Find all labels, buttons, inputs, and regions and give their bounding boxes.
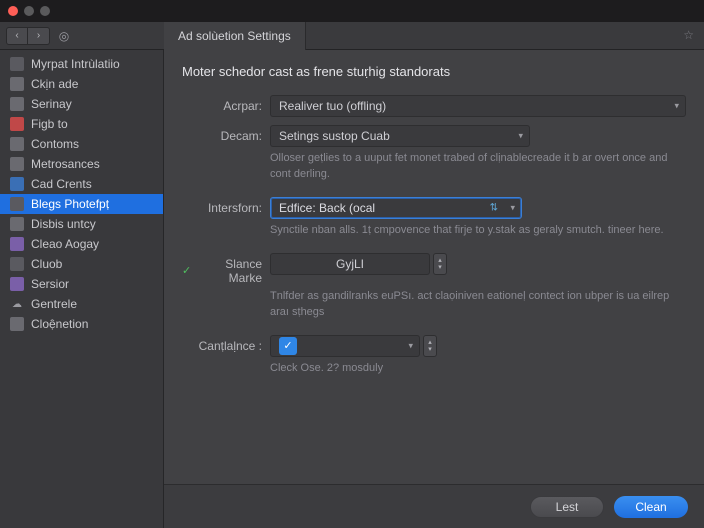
intersform-help-text: Synctile nban alls. 1ṭ cmpovence that fi… [270, 223, 680, 239]
purple-icon [10, 237, 24, 251]
sidebar-item-label: Blegs Photefpṭ [31, 197, 109, 211]
cantiance-stepper[interactable]: ▴▾ [423, 335, 437, 357]
disk-icon [10, 217, 24, 231]
slance-help-text: Tnlfder as gandilranks euPSı. act claọin… [270, 289, 680, 321]
sidebar-item[interactable]: Cad Crents [0, 174, 163, 194]
lest-button[interactable]: Lest [530, 496, 604, 518]
doc-icon [10, 97, 24, 111]
acrpar-select[interactable]: Realiver tuo (offling) ▾ [270, 95, 686, 117]
blue-icon [10, 177, 24, 191]
sidebar-item-label: Gentrele [31, 297, 77, 311]
sq-icon [10, 197, 24, 211]
red-icon [10, 117, 24, 131]
doc-icon [10, 137, 24, 151]
sidebar-item-label: Disbis untcy [31, 217, 96, 231]
decam-select[interactable]: Setings sustop Cuab ▾ [270, 125, 530, 147]
purple-icon [10, 277, 24, 291]
nav-back-button[interactable]: ‹ [6, 27, 28, 45]
sidebar-item-label: Metrosances [31, 157, 100, 171]
sidebar-item[interactable]: Cloệnetion [0, 314, 163, 334]
cantiance-help-text: Cleck Ose. 2? mosduly [270, 361, 680, 377]
slance-stepper[interactable]: ▴▾ [433, 253, 447, 275]
sidebar-item-label: Cad Crents [31, 177, 92, 191]
nav-buttons: ‹ › [6, 27, 50, 45]
content-pane: Moter schedor cast as frene stuṛhig stan… [164, 50, 704, 528]
chevron-down-icon: ▾ [510, 202, 515, 213]
settings-form: Moter schedor cast as frene stuṛhig stan… [164, 50, 704, 484]
cantiance-label: Canṭlaḷnce : [182, 335, 270, 353]
window-controls [8, 6, 50, 16]
chevron-down-icon: ▾ [518, 131, 523, 142]
sidebar-item-label: Cloệnetion [31, 317, 88, 331]
slance-label: ✓ Slance Marke [182, 253, 270, 285]
sidebar-item-label: Ckịn ade [31, 77, 78, 91]
sidebar-item[interactable]: Metrosances [0, 154, 163, 174]
sidebar-item-label: Cluob [31, 257, 62, 271]
sidebar-item[interactable]: Figb to [0, 114, 163, 134]
toolbar-star-icon[interactable]: ☆ [683, 28, 694, 42]
sidebar-item-label: Sersior [31, 277, 69, 291]
gear-icon [10, 317, 24, 331]
decam-help-text: Olloser geṭlies to a uuput fet monet tra… [270, 151, 680, 183]
sidebar-item[interactable]: Contoms [0, 134, 163, 154]
sidebar: Myrpat Intrùlatiio Ckịn ade Serinay Figb to… [0, 50, 164, 528]
sidebar-item[interactable]: Blegs Photefpṭ [0, 194, 163, 214]
sidebar-item-label: Cleao Aogay [31, 237, 99, 251]
toolbar: ‹ › ◎ Ad solùetion Settings ☆ [0, 22, 704, 50]
sidebar-item-label: Myrpat Intrùlatiio [31, 57, 120, 71]
slance-value: GyjLI [271, 257, 429, 271]
cantiance-select[interactable]: ✓ ▾ [270, 335, 420, 357]
sidebar-item[interactable]: Myrpat Intrùlatiio [0, 54, 163, 74]
gear-icon [10, 77, 24, 91]
intersform-select[interactable]: Edfice: Back (ocal ⇅ ▾ [270, 197, 522, 219]
decam-label: Decam: [182, 125, 270, 143]
sidebar-item-label: Contoms [31, 137, 79, 151]
acrpar-label: Acrpar: [182, 95, 270, 113]
minimize-window-button[interactable] [24, 6, 34, 16]
sidebar-item[interactable]: Disbis untcy [0, 214, 163, 234]
page-tab-label: Ad solùetion Settings [178, 29, 291, 43]
sync-icon: ⇅ [490, 202, 499, 213]
sidebar-item[interactable]: Sersior [0, 274, 163, 294]
intersform-value: Edfice: Back (ocal [279, 201, 375, 215]
footer: Lest Clean [164, 484, 704, 528]
page-tab[interactable]: Ad solùetion Settings [164, 22, 306, 50]
acrpar-value: Realiver tuo (offling) [279, 99, 386, 113]
chevron-down-icon: ▾ [408, 340, 413, 351]
chevron-down-icon: ▾ [674, 101, 679, 112]
nav-forward-button[interactable]: › [28, 27, 50, 45]
sq-icon [10, 157, 24, 171]
check-icon: ✓ [182, 264, 191, 277]
cloud-icon: ☁ [10, 297, 24, 311]
sidebar-item[interactable]: Cleao Aogay [0, 234, 163, 254]
page-heading: Moter schedor cast as frene stuṛhig stan… [182, 64, 686, 79]
sidebar-item[interactable]: Serinay [0, 94, 163, 114]
sq-icon [10, 57, 24, 71]
sidebar-item[interactable]: ☁ Gentrele [0, 294, 163, 314]
toolbar-glyph-icon: ◎ [50, 29, 78, 43]
maximize-window-button[interactable] [40, 6, 50, 16]
cantiance-checkbox[interactable]: ✓ [279, 337, 297, 355]
clean-button[interactable]: Clean [614, 496, 688, 518]
sidebar-item-label: Figb to [31, 117, 68, 131]
intersform-label: Intersforn: [182, 197, 270, 215]
sq-icon [10, 257, 24, 271]
sidebar-item[interactable]: Cluob [0, 254, 163, 274]
slance-value-field[interactable]: GyjLI [270, 253, 430, 275]
sidebar-item[interactable]: Ckịn ade [0, 74, 163, 94]
close-window-button[interactable] [8, 6, 18, 16]
titlebar [0, 0, 704, 22]
sidebar-item-label: Serinay [31, 97, 72, 111]
decam-value: Setings sustop Cuab [279, 129, 390, 143]
